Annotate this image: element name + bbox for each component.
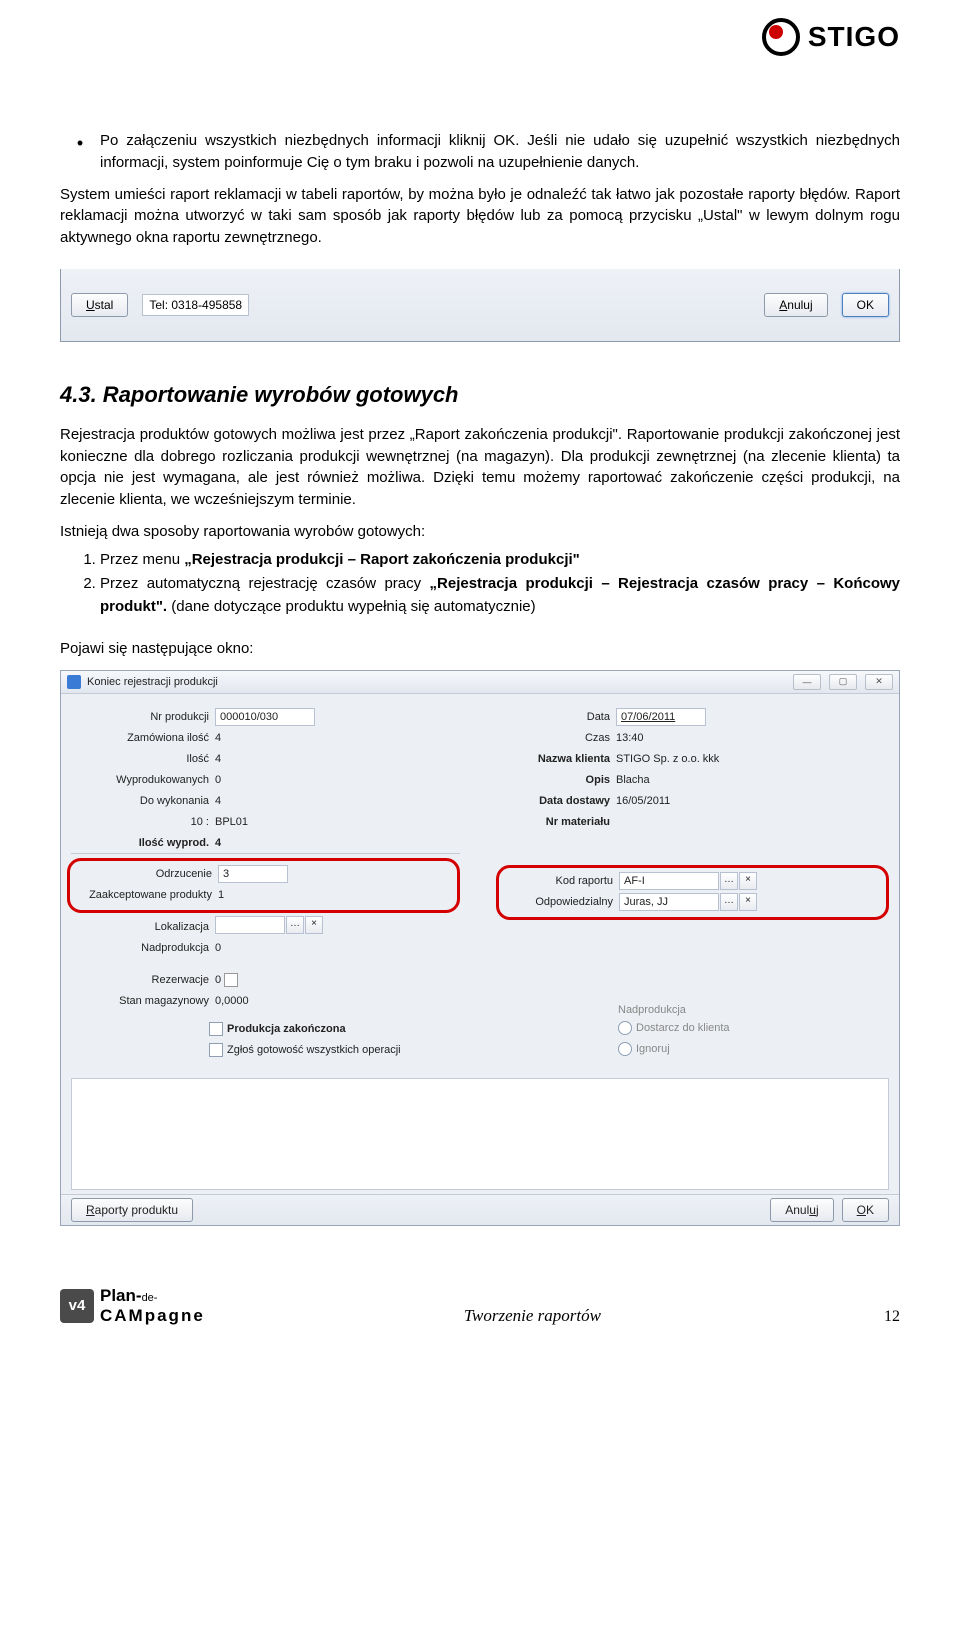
lab-nadprod: Nadprodukcja xyxy=(71,942,215,954)
lab-dowyk: Do wykonania xyxy=(71,795,215,807)
dlg-anuluj-button[interactable]: Anuluj xyxy=(770,1198,833,1222)
lab-rdo2: Ignoruj xyxy=(636,1043,670,1055)
lab-lokal: Lokalizacja xyxy=(71,921,215,933)
lab-stan: Stan magazynowy xyxy=(71,995,215,1007)
group-nadprodukcja: Nadprodukcja Dostarcz do klienta Ignoruj xyxy=(610,1000,889,1064)
highlight-right: Kod raportuAF-I…× OdpowiedzialnyJuras, J… xyxy=(496,865,889,920)
close-button[interactable]: ✕ xyxy=(865,674,893,690)
list-item-2: Przez automatyczną rejestrację czasów pr… xyxy=(100,573,900,618)
val-stan: 0,0000 xyxy=(215,995,460,1007)
section-heading: 4.3. Raportowanie wyrobów gotowych xyxy=(60,382,900,408)
list-intro: Istnieją dwa sposoby raportowania wyrobó… xyxy=(60,521,900,543)
chk-prod-zakonczona[interactable] xyxy=(209,1022,223,1036)
lab-rdo1: Dostarcz do klienta xyxy=(636,1022,730,1034)
lokal-clear-button[interactable]: × xyxy=(305,916,323,934)
lab-ilosc: Ilość xyxy=(71,753,215,765)
notes-textarea[interactable] xyxy=(71,1078,889,1190)
lab-odrzucenie: Odrzucenie xyxy=(74,868,218,880)
np-header: Nadprodukcja xyxy=(618,1004,881,1016)
lab-czas: Czas xyxy=(500,732,616,744)
kod-lookup-button[interactable]: … xyxy=(720,872,738,890)
val-nazwa: STIGO Sp. z o.o. kkk xyxy=(616,753,889,765)
fld-odp[interactable]: Juras, JJ xyxy=(619,893,719,911)
bullet-dot-icon: • xyxy=(60,130,100,174)
chk-zglos-gotowosc[interactable] xyxy=(209,1043,223,1057)
val-opis: Blacha xyxy=(616,774,889,786)
lab-nrmat: Nr materiału xyxy=(500,816,616,828)
paragraph-okno: Pojawi się następujące okno: xyxy=(60,638,900,660)
rdo-ignoruj[interactable] xyxy=(618,1042,632,1056)
fld-lokal[interactable] xyxy=(215,916,285,934)
kod-clear-button[interactable]: × xyxy=(739,872,757,890)
fld-data[interactable]: 07/06/2011 xyxy=(616,708,706,726)
brand-name: STIGO xyxy=(808,21,900,53)
odp-clear-button[interactable]: × xyxy=(739,893,757,911)
toolbar-snippet: Ustal Tel: 0318-495858 Anuluj OK xyxy=(60,269,900,342)
v4-badge: v4 xyxy=(60,1289,94,1323)
lab-nazwa: Nazwa klienta xyxy=(500,753,616,765)
val-rezerw: 0 xyxy=(215,974,221,986)
lab-nrprod: Nr produkcji xyxy=(71,711,215,723)
anuluj-button[interactable]: Anuluj xyxy=(764,293,827,317)
app-icon xyxy=(67,675,81,689)
lab-wyprod: Wyprodukowanych xyxy=(71,774,215,786)
paragraph-raport: System umieści raport reklamacji w tabel… xyxy=(60,184,900,249)
lokal-lookup-button[interactable]: … xyxy=(286,916,304,934)
lab-rezerw: Rezerwacje xyxy=(71,974,215,986)
minimize-button[interactable]: — xyxy=(793,674,821,690)
footer-title: Tworzenie raportów xyxy=(205,1306,860,1326)
lab-opis: Opis xyxy=(500,774,616,786)
rdo-dostarcz[interactable] xyxy=(618,1021,632,1035)
paragraph-3: Rejestracja produktów gotowych możliwa j… xyxy=(60,424,900,511)
val-iloscwyprod: 4 xyxy=(215,837,460,849)
val-dowyk: 4 xyxy=(215,795,460,807)
odp-lookup-button[interactable]: … xyxy=(720,893,738,911)
methods-list: Przez menu „Rejestracja produkcji – Rapo… xyxy=(60,549,900,619)
maximize-button[interactable]: ▢ xyxy=(829,674,857,690)
lab-chk1: Produkcja zakończona xyxy=(227,1023,346,1035)
rezerw-doc-icon[interactable] xyxy=(224,973,238,987)
val-zaakc: 1 xyxy=(218,889,453,901)
val-wyprod: 0 xyxy=(215,774,460,786)
lab-zamilosc: Zamówiona ilość xyxy=(71,732,215,744)
lab-bpl-a: 10 : xyxy=(71,816,215,828)
val-bpl-b: BPL01 xyxy=(215,816,460,828)
ustal-button[interactable]: Ustal xyxy=(71,293,128,317)
lab-data: Data xyxy=(500,711,616,723)
dialog-koniec-rejestracji: Koniec rejestracji produkcji — ▢ ✕ Nr pr… xyxy=(60,670,900,1226)
lab-odp: Odpowiedzialny xyxy=(503,896,619,908)
fld-odrzucenie[interactable]: 3 xyxy=(218,865,288,883)
dialog-titlebar: Koniec rejestracji produkcji — ▢ ✕ xyxy=(61,671,899,694)
fld-nrprod[interactable]: 000010/030 xyxy=(215,708,315,726)
raporty-produktu-button[interactable]: Raporty produktu xyxy=(71,1198,193,1222)
lab-zaakc: Zaakceptowane produkty xyxy=(74,889,218,901)
val-ilosc: 4 xyxy=(215,753,460,765)
lab-kod: Kod raportu xyxy=(503,875,619,887)
lab-chk2: Zgłoś gotowość wszystkich operacji xyxy=(227,1044,401,1056)
fld-kod[interactable]: AF-I xyxy=(619,872,719,890)
tel-label: Tel: 0318-495858 xyxy=(142,294,249,316)
dlg-ok-button[interactable]: OK xyxy=(842,1198,889,1222)
lab-iloscwyprod: Ilość wyprod. xyxy=(71,837,215,849)
val-zamilosc: 4 xyxy=(215,732,460,744)
dialog-footer: Raporty produktu Anuluj OK xyxy=(61,1194,899,1225)
bullet-paragraph: • Po załączeniu wszystkich niezbędnych i… xyxy=(60,130,900,174)
ok-button[interactable]: OK xyxy=(842,293,889,317)
val-czas: 13:40 xyxy=(616,732,889,744)
plan-de-campagne-logo: v4 Plan-de- CAMpagne xyxy=(60,1286,205,1326)
bullet-text: Po załączeniu wszystkich niezbędnych inf… xyxy=(100,132,900,171)
list-item-1: Przez menu „Rejestracja produkcji – Rapo… xyxy=(100,549,900,572)
stigo-mark-icon xyxy=(762,18,800,56)
val-dostawa: 16/05/2011 xyxy=(616,795,889,807)
brand-logo: STIGO xyxy=(762,18,900,56)
highlight-left: Odrzucenie3 Zaakceptowane produkty1 xyxy=(67,858,460,913)
dialog-title: Koniec rejestracji produkcji xyxy=(87,676,218,688)
page-footer: v4 Plan-de- CAMpagne Tworzenie raportów … xyxy=(60,1286,900,1336)
page-number: 12 xyxy=(860,1308,900,1326)
lab-dostawa: Data dostawy xyxy=(500,795,616,807)
val-nadprod: 0 xyxy=(215,942,460,954)
